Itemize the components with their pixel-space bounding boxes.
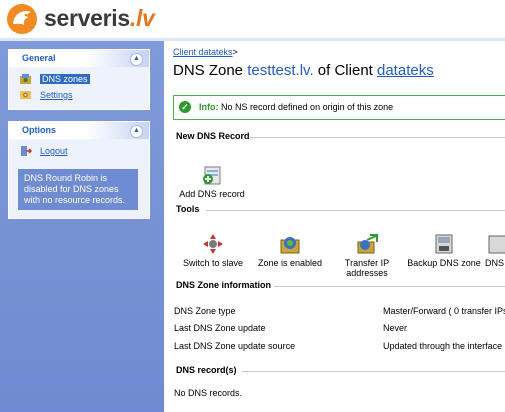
title-prefix: DNS Zone: [173, 62, 244, 79]
tools-heading: Tools: [176, 204, 200, 214]
update-source-value: Updated through the interface: [383, 341, 503, 351]
dns-zones-icon: [20, 74, 31, 84]
dns-extra-button[interactable]: DNS: [485, 232, 505, 268]
backup-dns-zone-button[interactable]: Backup DNS zone: [406, 232, 482, 268]
breadcrumb-client-link[interactable]: Client datateks: [173, 47, 233, 57]
transfer-ip-label-1: Transfer IP: [344, 258, 390, 268]
page-title: DNS Zone testtest.lv. of Client datateks: [173, 62, 434, 79]
last-update-key: Last DNS Zone update: [174, 323, 266, 333]
sidebar-item-settings[interactable]: Settings: [18, 87, 143, 103]
info-text: Info: No NS record defined on origin of …: [199, 102, 393, 112]
add-record-icon: [203, 166, 221, 185]
breadcrumb: Client datateks>: [173, 47, 238, 57]
options-panel-header[interactable]: Options ▲: [9, 122, 149, 139]
records-heading: DNS record(s): [176, 365, 237, 375]
sidebar: General ▲ DNS zones Settings Options ▲ L…: [0, 41, 164, 412]
breadcrumb-separator: >: [232, 47, 238, 57]
divider: [274, 286, 505, 287]
options-panel-title: Options: [22, 125, 56, 135]
general-panel-title: General: [22, 53, 56, 63]
sidebar-item-logout[interactable]: Logout: [18, 143, 143, 159]
zone-type-value: Master/Forward ( 0 transfer IPs: [383, 306, 505, 316]
serveris-logo[interactable]: serveris.lv: [4, 2, 164, 36]
logo-wordmark: serveris.lv: [44, 5, 155, 31]
info-message: ✓ Info: No NS record defined on origin o…: [173, 95, 505, 120]
title-zone-name: testtest.lv.: [247, 62, 314, 79]
switch-slave-icon: [203, 234, 223, 254]
dns-extra-label: DNS: [485, 258, 505, 268]
lion-emblem-icon: [7, 4, 37, 34]
general-panel: General ▲ DNS zones Settings: [8, 49, 150, 110]
transfer-ip-label-2: addresses: [346, 268, 388, 278]
update-source-key: Last DNS Zone update source: [174, 341, 296, 351]
info-check-icon: ✓: [179, 101, 191, 113]
main-content: Client datateks> DNS Zone testtest.lv. o…: [164, 41, 505, 412]
zone-enabled-label: Zone is enabled: [257, 258, 323, 268]
info-message-text: No NS record defined on origin of this z…: [221, 102, 394, 112]
sidebar-item-label: Settings: [40, 90, 73, 100]
general-panel-header[interactable]: General ▲: [9, 50, 149, 67]
zone-enabled-button[interactable]: Zone is enabled: [256, 232, 324, 268]
zone-enabled-icon: [280, 237, 300, 254]
backup-zone-icon: [435, 234, 453, 254]
records-empty-text: No DNS records.: [174, 388, 243, 398]
dns-extra-icon: [488, 235, 505, 254]
collapse-options-icon[interactable]: ▲: [130, 125, 143, 138]
title-middle: of Client: [317, 62, 373, 79]
new-record-heading: New DNS Record: [176, 131, 250, 141]
info-label: Info:: [199, 102, 219, 112]
divider: [250, 137, 505, 138]
transfer-ip-icon: [357, 234, 378, 254]
switch-slave-label: Switch to slave: [182, 258, 244, 268]
options-panel: Options ▲ Logout DNS Round Robin is disa…: [8, 121, 150, 219]
sidebar-item-label: DNS zones: [40, 74, 90, 84]
zone-type-key: DNS Zone type: [174, 306, 236, 316]
last-update-value: Never: [383, 323, 408, 333]
sidebar-item-dns-zones[interactable]: DNS zones: [18, 71, 143, 87]
backup-zone-label: Backup DNS zone: [407, 258, 481, 268]
settings-icon: [20, 91, 31, 99]
app-header: serveris.lv: [0, 0, 505, 38]
divider: [242, 371, 505, 372]
divider: [206, 210, 505, 211]
title-client-link[interactable]: datateks: [377, 62, 434, 79]
sidebar-item-label: Logout: [40, 146, 68, 156]
options-panel-body: Logout DNS Round Robin is disabled for D…: [9, 139, 149, 218]
round-robin-note: DNS Round Robin is disabled for DNS zone…: [18, 169, 138, 210]
general-panel-body: DNS zones Settings: [9, 67, 149, 109]
add-dns-record-button[interactable]: Add DNS record: [176, 163, 248, 199]
collapse-general-icon[interactable]: ▲: [130, 53, 143, 66]
logout-icon: [21, 146, 32, 156]
switch-to-slave-button[interactable]: Switch to slave: [181, 232, 245, 268]
transfer-ip-button[interactable]: Transfer IP addresses: [336, 232, 398, 278]
add-record-label: Add DNS record: [179, 189, 245, 199]
zone-info-heading: DNS Zone information: [176, 280, 271, 290]
